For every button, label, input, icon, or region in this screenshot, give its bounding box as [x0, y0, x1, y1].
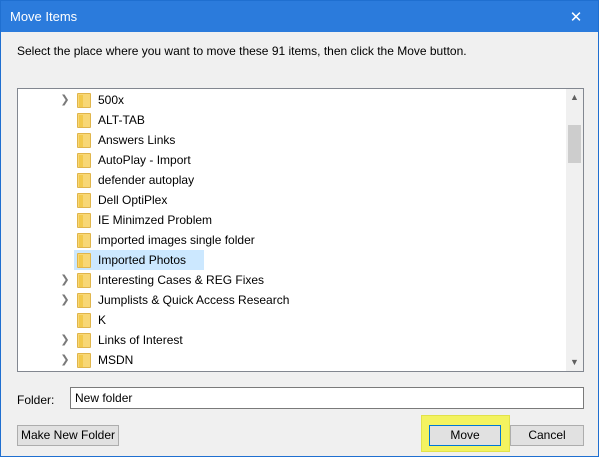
tree-item[interactable]: IE Minimzed Problem	[18, 210, 566, 230]
cancel-button[interactable]: Cancel	[510, 425, 584, 446]
folder-icon	[77, 233, 91, 248]
tree-item-label: imported images single folder	[98, 233, 255, 247]
chevron-right-icon[interactable]: ❯	[60, 334, 70, 346]
folder-label: Folder:	[17, 393, 55, 407]
tree-item[interactable]: ❯ 500x	[18, 90, 566, 110]
folder-icon	[77, 333, 91, 348]
folder-icon	[77, 173, 91, 188]
chevron-right-icon[interactable]: ❯	[60, 294, 70, 306]
close-button[interactable]: ✕	[554, 1, 598, 32]
tree-item-label: AutoPlay - Import	[98, 153, 191, 167]
tree-item-label: Links of Interest	[98, 333, 183, 347]
scroll-thumb[interactable]	[568, 125, 581, 163]
folder-icon	[77, 133, 91, 148]
tree-item[interactable]: ❯ Links of Interest	[18, 330, 566, 350]
tree-item[interactable]: Answers Links	[18, 130, 566, 150]
tree-item[interactable]: ALT-TAB	[18, 110, 566, 130]
folder-icon	[77, 313, 91, 328]
folder-name-input[interactable]	[70, 387, 584, 409]
close-icon: ✕	[569, 8, 583, 26]
tree-item-label: Answers Links	[98, 133, 176, 147]
tree-item-label: Imported Photos	[96, 253, 189, 267]
instruction-text: Select the place where you want to move …	[17, 44, 467, 58]
folder-icon	[77, 113, 91, 128]
scroll-down-icon[interactable]: ▼	[566, 354, 583, 371]
tree-item-label: defender autoplay	[98, 173, 195, 187]
scroll-up-icon[interactable]: ▲	[566, 89, 583, 106]
chevron-right-icon[interactable]: ❯	[60, 354, 70, 366]
tree-item-label: K	[98, 313, 107, 327]
chevron-right-icon[interactable]: ❯	[60, 274, 70, 286]
tree-item-label: Interesting Cases & REG Fixes	[98, 273, 265, 287]
tree-item-label: 500x	[98, 93, 125, 107]
tree-item-label: ALT-TAB	[98, 113, 145, 127]
folder-icon	[77, 153, 91, 168]
tree-item[interactable]: Dell OptiPlex	[18, 190, 566, 210]
chevron-right-icon[interactable]: ❯	[60, 94, 70, 106]
folder-icon	[77, 273, 91, 288]
window-title: Move Items	[10, 9, 78, 24]
vertical-scrollbar[interactable]: ▲ ▼	[566, 89, 583, 371]
tree-item[interactable]: defender autoplay	[18, 170, 566, 190]
folder-icon	[77, 353, 91, 368]
folder-icon	[77, 293, 91, 308]
tree-item[interactable]: AutoPlay - Import	[18, 150, 566, 170]
tree-item[interactable]: ❯ MSDN	[18, 350, 566, 370]
move-button[interactable]: Move	[429, 425, 501, 446]
tree-item-label: Dell OptiPlex	[98, 193, 168, 207]
tree-item[interactable]: K	[18, 310, 566, 330]
tree-item[interactable]: ❯ Jumplists & Quick Access Research	[18, 290, 566, 310]
folder-icon	[77, 93, 91, 108]
tree-item[interactable]: Imported Photos	[18, 250, 566, 270]
move-items-dialog: Move Items ✕ Select the place where you …	[0, 0, 599, 457]
tree-item[interactable]: ❯ Interesting Cases & REG Fixes	[18, 270, 566, 290]
folder-icon	[77, 213, 91, 228]
folder-icon	[77, 193, 91, 208]
tree-item[interactable]: imported images single folder	[18, 230, 566, 250]
title-bar[interactable]: Move Items ✕	[1, 1, 598, 32]
tree-item-label: IE Minimzed Problem	[98, 213, 213, 227]
folder-tree[interactable]: ❯ 500x ALT-TAB Answers Links AutoPlay - Impo…	[17, 88, 584, 372]
tree-item-label: MSDN	[98, 353, 134, 367]
tree-item-label: Jumplists & Quick Access Research	[98, 293, 290, 307]
make-new-folder-button[interactable]: Make New Folder	[17, 425, 119, 446]
folder-icon	[77, 253, 91, 268]
